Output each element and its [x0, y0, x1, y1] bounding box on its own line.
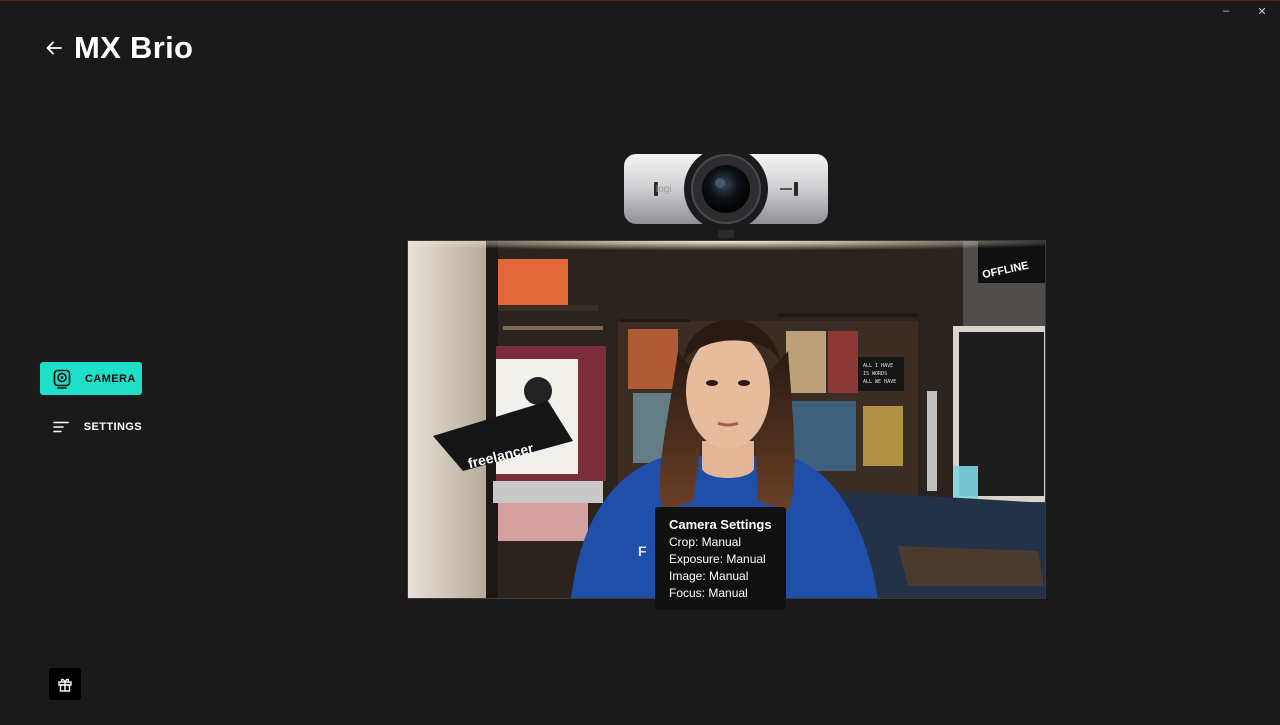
- nav-item-camera[interactable]: CAMERA: [40, 362, 142, 395]
- page-header: MX Brio: [44, 30, 193, 66]
- nav-item-label: CAMERA: [85, 372, 136, 385]
- tooltip-line-exposure: Exposure: Manual: [669, 552, 766, 566]
- camera-settings-tooltip: Camera Settings Crop: Manual Exposure: M…: [655, 507, 786, 610]
- window-top-border: [0, 0, 1280, 1]
- nav-item-settings[interactable]: SETTINGS: [40, 410, 142, 443]
- tooltip-title: Camera Settings: [669, 517, 772, 532]
- brand-logo-text: logi: [656, 184, 672, 195]
- sidebar-nav: CAMERA SETTINGS: [40, 362, 142, 458]
- page-title: MX Brio: [74, 30, 194, 65]
- window-controls: – ✕: [1208, 0, 1280, 22]
- webcam-device-image: logi: [622, 146, 830, 242]
- webcam-icon: [52, 369, 72, 389]
- back-button[interactable]: [44, 38, 64, 58]
- svg-text:ALL WE HAVE: ALL WE HAVE: [863, 379, 896, 385]
- shirt-text: F: [638, 543, 647, 559]
- svg-text:IS WORDS: IS WORDS: [863, 371, 887, 377]
- arrow-left-icon: [46, 41, 62, 55]
- minimize-button[interactable]: –: [1208, 0, 1244, 22]
- tooltip-line-image: Image: Manual: [669, 569, 749, 583]
- menu-lines-icon: [52, 417, 71, 437]
- close-button[interactable]: ✕: [1244, 0, 1280, 22]
- gift-button[interactable]: [49, 668, 81, 700]
- gift-box-icon: [58, 678, 72, 692]
- tooltip-line-crop: Crop: Manual: [669, 535, 742, 549]
- nav-item-label: SETTINGS: [83, 420, 142, 433]
- tooltip-line-focus: Focus: Manual: [669, 586, 748, 600]
- letterboard-text: ALL I HAVE: [863, 363, 893, 369]
